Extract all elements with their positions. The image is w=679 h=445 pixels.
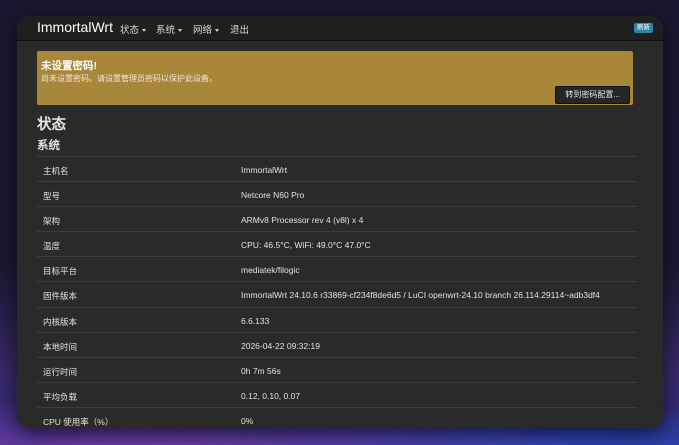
table-row: 运行时间 0h 7m 56s xyxy=(37,356,637,382)
table-row: 温度 CPU: 46.5°C, WiFi: 49.0°C 47.0°C xyxy=(37,231,637,256)
row-key: 主机名 xyxy=(43,166,69,176)
table-row: 固件版本 ImmortalWrt 24.10.6 r33869-cf234f8de… xyxy=(37,281,637,306)
row-value: 2026-04-22 09:32:19 xyxy=(241,340,320,351)
nav-menu-status[interactable]: 状态 xyxy=(120,22,147,36)
table-row: 主机名 ImmortalWrt xyxy=(37,156,637,181)
alert-message: 尚未设置密码。请设置管理员密码以保护此设备。 xyxy=(41,74,217,83)
row-value: ARMv8 Processor rev 4 (v8l) x 4 xyxy=(241,215,364,226)
browser-window: ImmortalWrt 状态 系统 网络 退出 刷新 未设置密码! 尚未设置密码… xyxy=(17,16,663,428)
alert-title: 未设置密码! xyxy=(41,60,97,72)
row-key: 目标平台 xyxy=(43,266,78,277)
row-value: ImmortalWrt xyxy=(241,165,288,175)
row-value: CPU: 46.5°C, WiFi: 49.0°C 47.0°C xyxy=(241,240,371,251)
nav-menu-status-label: 状态 xyxy=(120,25,140,36)
table-row: 型号 Netcore N60 Pro xyxy=(37,181,637,206)
system-info-table: 主机名 ImmortalWrt 型号 Netcore N60 Pro 架构 ARMv8… xyxy=(37,156,637,428)
row-key: 本地时间 xyxy=(43,341,78,352)
row-value: 6.6.133 xyxy=(241,315,270,326)
table-row: 目标平台 mediatek/filogic xyxy=(37,256,637,281)
table-row: 内核版本 6.6.133 xyxy=(37,306,637,332)
table-row: 架构 ARMv8 Processor rev 4 (v8l) x 4 xyxy=(37,206,637,231)
row-key: CPU 使用率（%） xyxy=(43,416,114,427)
table-row: 本地时间 2026-04-22 09:32:19 xyxy=(37,331,637,357)
chevron-down-icon xyxy=(178,28,183,32)
nav-menu-logout[interactable]: 退出 xyxy=(230,22,249,36)
table-row: 平均负载 0.12, 0.10, 0.07 xyxy=(37,381,637,407)
table-row: CPU 使用率（%） 0% xyxy=(37,406,637,428)
row-key: 平均负载 xyxy=(43,391,78,402)
row-value: 0h 7m 56s xyxy=(241,365,281,376)
row-value: 0% xyxy=(241,415,254,426)
row-value: Netcore N60 Pro xyxy=(241,190,305,201)
refresh-badge[interactable]: 刷新 xyxy=(634,23,653,33)
chevron-down-icon xyxy=(142,28,147,32)
section-title-system: 系统 xyxy=(37,140,60,152)
row-value: ImmortalWrt 24.10.6 r33869-cf234f8de6d5 … xyxy=(241,290,600,301)
row-key: 内核版本 xyxy=(43,316,78,327)
goto-password-config-button[interactable]: 转到密码配置... xyxy=(555,86,630,104)
row-key: 型号 xyxy=(43,191,61,202)
row-value: mediatek/filogic xyxy=(241,265,300,276)
nav-menu-system-label: 系统 xyxy=(156,25,176,36)
row-key: 温度 xyxy=(43,241,61,252)
page-title: 状态 xyxy=(37,117,66,133)
row-key: 运行时间 xyxy=(43,366,78,377)
chevron-down-icon xyxy=(215,28,220,32)
password-warning-alert: 未设置密码! 尚未设置密码。请设置管理员密码以保护此设备。 转到密码配置... xyxy=(37,51,633,105)
top-navbar: ImmortalWrt 状态 系统 网络 退出 刷新 xyxy=(17,16,663,41)
nav-menu-network[interactable]: 网络 xyxy=(193,22,220,36)
nav-menu-system[interactable]: 系统 xyxy=(156,22,183,36)
row-key: 架构 xyxy=(43,216,61,227)
brand-logo-text[interactable]: ImmortalWrt xyxy=(37,19,113,35)
nav-menu-network-label: 网络 xyxy=(193,25,213,36)
row-key: 固件版本 xyxy=(43,291,78,302)
row-value: 0.12, 0.10, 0.07 xyxy=(241,390,301,401)
